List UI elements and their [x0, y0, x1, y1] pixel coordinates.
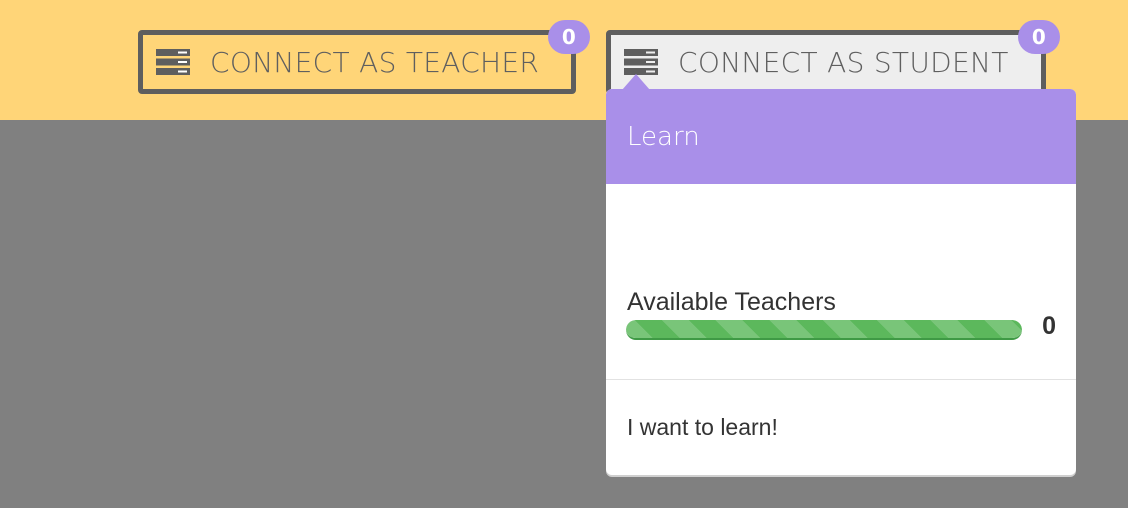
i-want-to-learn-button[interactable]: I want to learn! — [606, 380, 1076, 475]
learn-popover: Learn Available Teachers 0 I want to lea… — [606, 89, 1076, 475]
teacher-count-badge: 0 — [548, 20, 590, 54]
available-teachers-count: 0 — [1042, 312, 1056, 340]
student-count-badge: 0 — [1018, 20, 1060, 54]
popover-caret — [622, 74, 650, 90]
i-want-to-learn-label: I want to learn! — [627, 414, 778, 440]
popover-body: Available Teachers 0 — [606, 184, 1076, 379]
popover-title: Learn — [627, 121, 700, 152]
connect-as-teacher-label: CONNECT AS TEACHER — [210, 45, 540, 79]
server-icon — [624, 49, 658, 75]
connect-as-student-label: CONNECT AS STUDENT — [678, 45, 1009, 79]
popover-header: Learn — [606, 89, 1076, 184]
progress-fill — [626, 320, 1022, 338]
available-teachers-progress — [626, 320, 1022, 340]
server-icon — [156, 49, 190, 75]
available-teachers-label: Available Teachers — [627, 288, 836, 316]
connect-as-teacher-button[interactable]: CONNECT AS TEACHER 0 — [138, 20, 590, 94]
connect-as-student-button[interactable]: CONNECT AS STUDENT 0 — [606, 20, 1060, 94]
